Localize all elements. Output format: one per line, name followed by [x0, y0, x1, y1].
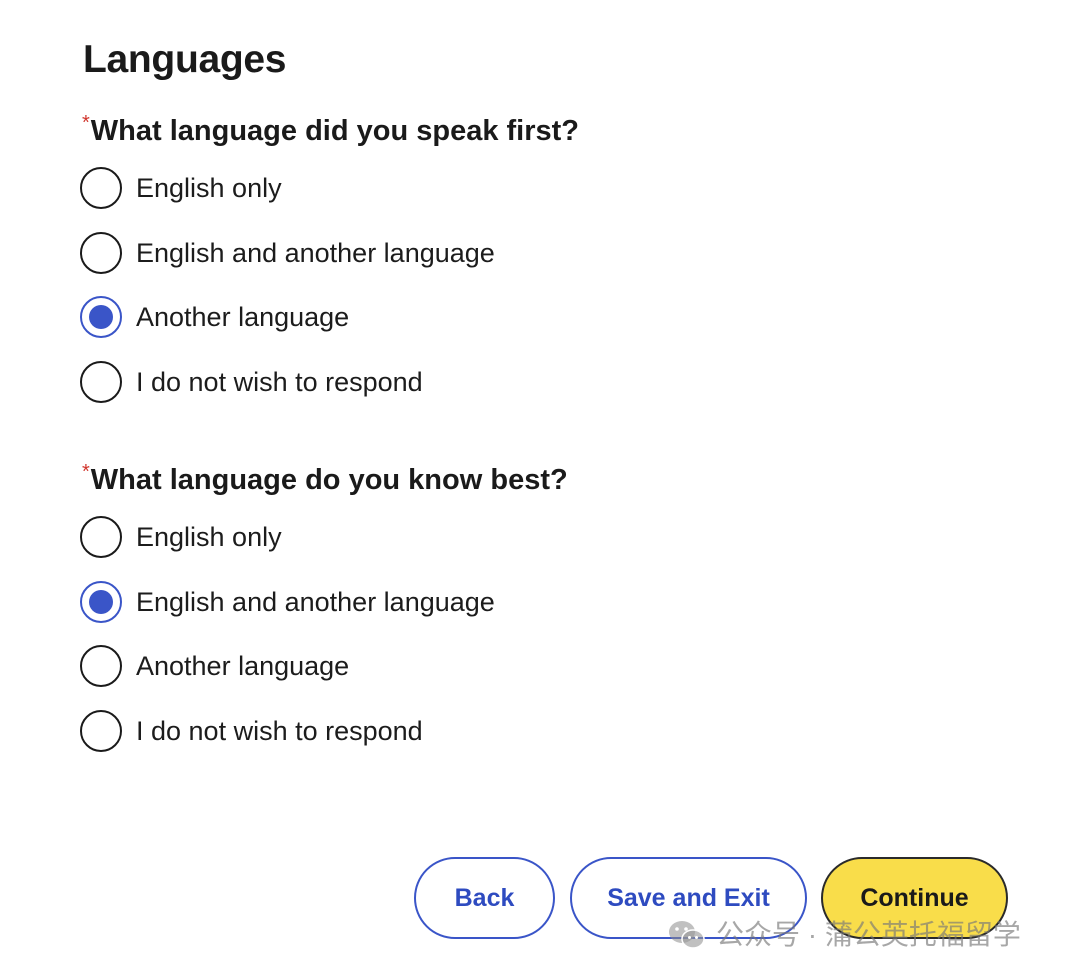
- radio-option[interactable]: Another language: [80, 643, 780, 689]
- required-marker: *: [82, 461, 90, 483]
- radio-option[interactable]: English only: [80, 165, 780, 211]
- radio-button[interactable]: [80, 231, 122, 274]
- page-title: Languages: [83, 38, 287, 81]
- question-text: What language did you speak first?: [90, 115, 580, 147]
- continue-button[interactable]: Continue: [821, 857, 1008, 939]
- back-button[interactable]: Back: [414, 857, 555, 939]
- question-text: What language do you know best?: [90, 464, 568, 496]
- radio-button[interactable]: [80, 709, 122, 752]
- radio-label: English only: [136, 173, 282, 203]
- radio-label: Another language: [136, 651, 350, 681]
- radio-group-first-language: English only English and another languag…: [80, 165, 780, 423]
- radio-option[interactable]: English only: [80, 514, 780, 560]
- save-and-exit-button[interactable]: Save and Exit: [570, 857, 807, 939]
- question-first-language: *What language did you speak first?: [82, 112, 580, 149]
- radio-button[interactable]: [80, 645, 122, 687]
- radio-option[interactable]: I do not wish to respond: [80, 359, 780, 405]
- radio-label: Another language: [136, 302, 350, 332]
- radio-option[interactable]: Another language: [80, 294, 780, 340]
- radio-label: I do not wish to respond: [136, 715, 423, 746]
- required-marker: *: [82, 112, 90, 134]
- radio-label: English and another language: [136, 237, 495, 268]
- radio-button[interactable]: [80, 516, 122, 558]
- radio-option[interactable]: English and another language: [80, 230, 780, 276]
- radio-button[interactable]: [80, 296, 122, 338]
- radio-option[interactable]: I do not wish to respond: [80, 708, 780, 754]
- radio-button[interactable]: [80, 167, 122, 209]
- radio-label: I do not wish to respond: [136, 366, 423, 397]
- radio-button[interactable]: [80, 360, 122, 403]
- radio-label: English and another language: [136, 586, 495, 617]
- radio-label: English only: [136, 522, 282, 552]
- radio-button[interactable]: [80, 580, 122, 623]
- radio-group-best-language: English only English and another languag…: [80, 514, 780, 772]
- question-best-language: *What language do you know best?: [82, 461, 568, 498]
- radio-option[interactable]: English and another language: [80, 579, 780, 625]
